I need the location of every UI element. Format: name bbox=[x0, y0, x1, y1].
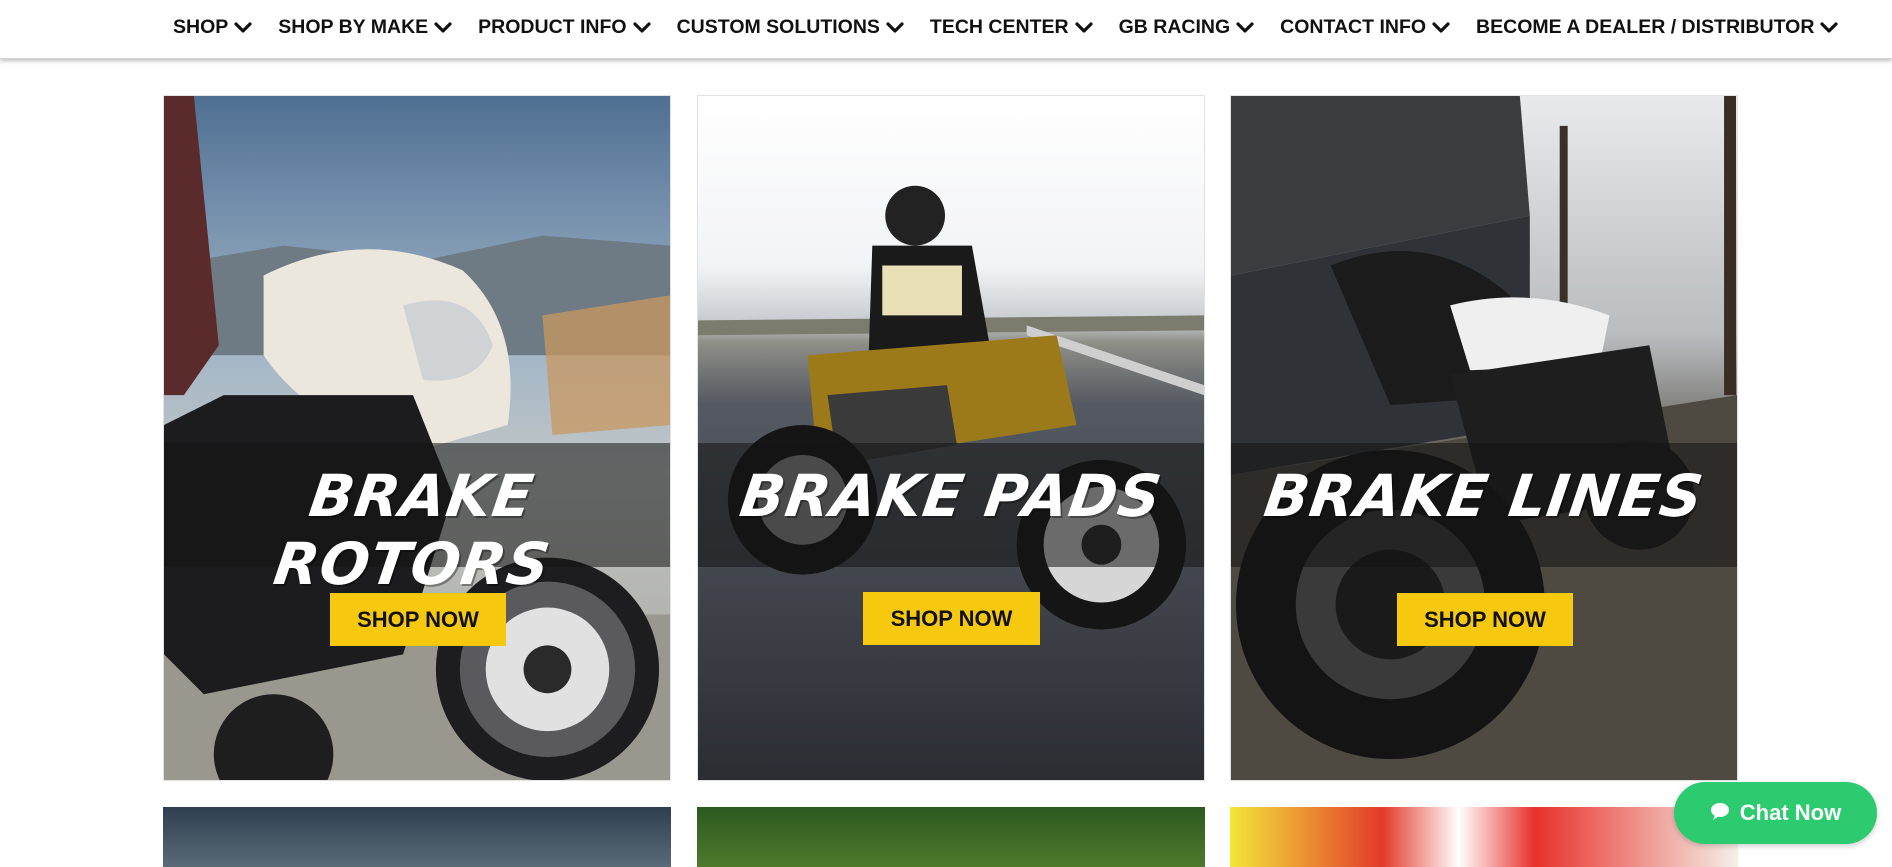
chat-now-label: Chat Now bbox=[1739, 800, 1842, 825]
nav-item-label: TECH CENTER bbox=[929, 16, 1069, 38]
card-title: BRAKE ROTORS bbox=[269, 462, 555, 598]
shop-now-button[interactable]: SHOP NOW bbox=[330, 593, 506, 646]
nav-item-label: CONTACT INFO bbox=[1280, 16, 1427, 38]
category-card-brake-lines[interactable]: BRAKE LINES SHOP NOW bbox=[1230, 95, 1738, 781]
nav-item-label: GB RACING bbox=[1118, 16, 1231, 38]
top-navigation: SHOP SHOP BY MAKE PRODUCT INFO CUSTOM SO… bbox=[0, 0, 1892, 59]
chat-now-button[interactable]: Chat Now bbox=[1674, 782, 1877, 844]
chevron-down-icon bbox=[632, 21, 651, 34]
category-card-brake-pads[interactable]: BRAKE PADS SHOP NOW bbox=[697, 95, 1205, 781]
nav-item-label: BECOME A DEALER / DISTRIBUTOR bbox=[1476, 16, 1815, 38]
brake-pads-photo bbox=[698, 96, 1204, 780]
chevron-down-icon bbox=[434, 21, 452, 34]
shop-now-button[interactable]: SHOP NOW bbox=[1397, 593, 1573, 646]
chevron-down-icon bbox=[886, 21, 904, 34]
nav-item-product-info[interactable]: PRODUCT INFO bbox=[478, 16, 651, 39]
nav-item-label: SHOP BY MAKE bbox=[278, 16, 429, 38]
chevron-down-icon bbox=[234, 21, 252, 34]
nav-item-shop[interactable]: SHOP bbox=[173, 16, 252, 39]
chevron-down-icon bbox=[1820, 21, 1839, 34]
brake-rotors-photo bbox=[164, 96, 670, 780]
category-card-row2-3[interactable] bbox=[1230, 807, 1738, 867]
nav-item-tech-center[interactable]: TECH CENTER bbox=[930, 16, 1093, 39]
category-card-row2-2[interactable] bbox=[697, 807, 1205, 867]
nav-item-shop-by-make[interactable]: SHOP BY MAKE bbox=[278, 16, 452, 39]
nav-item-custom-solutions[interactable]: CUSTOM SOLUTIONS bbox=[677, 16, 904, 39]
nav-item-become-a-dealer[interactable]: BECOME A DEALER / DISTRIBUTOR bbox=[1476, 16, 1839, 39]
category-card-brake-rotors[interactable]: BRAKE ROTORS SHOP NOW bbox=[163, 95, 671, 781]
nav-item-label: PRODUCT INFO bbox=[478, 16, 627, 38]
chevron-down-icon bbox=[1074, 21, 1093, 34]
card-title: BRAKE LINES bbox=[1260, 462, 1708, 530]
nav-menu: SHOP SHOP BY MAKE PRODUCT INFO CUSTOM SO… bbox=[173, 0, 1839, 55]
nav-item-label: SHOP bbox=[173, 16, 229, 38]
chevron-down-icon bbox=[1236, 21, 1254, 34]
shop-now-button[interactable]: SHOP NOW bbox=[863, 592, 1040, 645]
nav-item-gb-racing[interactable]: GB RACING bbox=[1119, 16, 1255, 39]
chat-bubble-icon bbox=[1710, 800, 1730, 826]
nav-item-contact-info[interactable]: CONTACT INFO bbox=[1280, 16, 1450, 39]
nav-item-label: CUSTOM SOLUTIONS bbox=[676, 16, 880, 38]
card-title: BRAKE PADS bbox=[735, 462, 1167, 530]
brake-lines-photo bbox=[1231, 96, 1737, 780]
category-card-row2-1[interactable] bbox=[163, 807, 671, 867]
chevron-down-icon bbox=[1432, 21, 1450, 34]
